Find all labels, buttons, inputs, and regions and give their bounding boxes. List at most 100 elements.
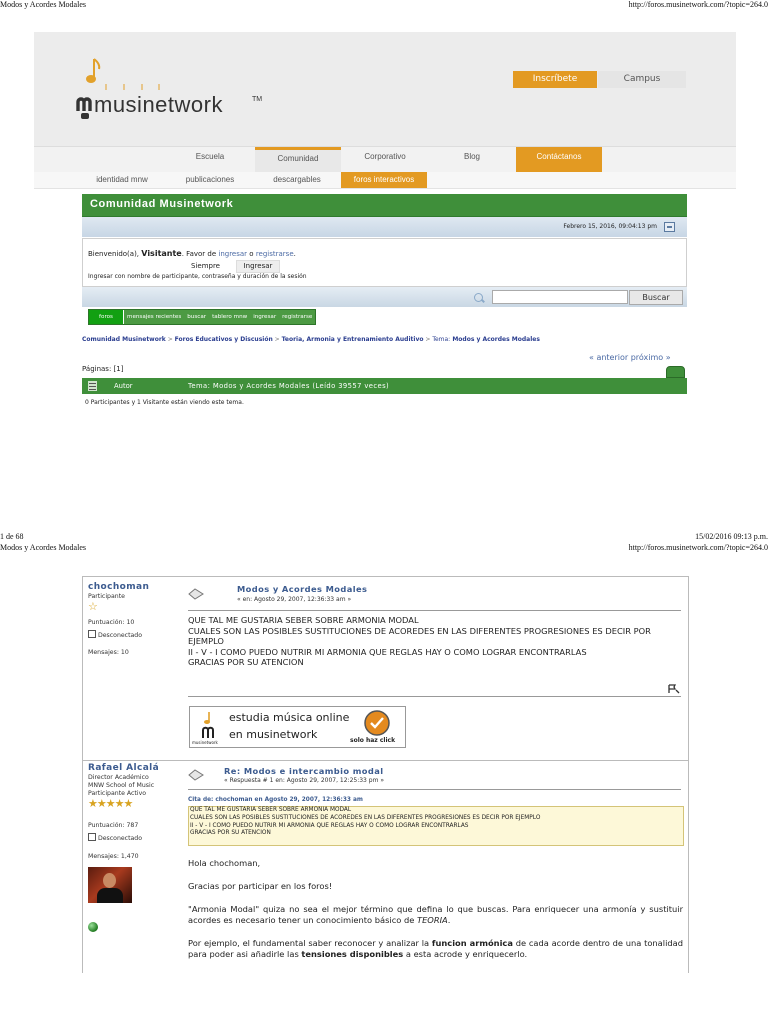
viewers-line: 0 Participantes y 1 Visitante están vien… — [85, 399, 244, 406]
posts-container: chochoman Participante ☆ Puntuación: 10 … — [82, 576, 689, 973]
login-box: Bienvenido(a), Visitante. Favor de ingre… — [82, 238, 687, 287]
register-link[interactable]: registrarse — [256, 250, 294, 258]
col-author: Autor — [114, 382, 133, 390]
trademark-mark: TM — [252, 96, 263, 103]
post-author-chochoman[interactable]: chochoman — [88, 582, 149, 592]
ad-logo-icon — [202, 712, 214, 738]
reply-paragraph-1: "Armonia Modal" quiza no sea el mejor té… — [188, 904, 683, 925]
reply-thanks: Gracias por participar en los foros! — [188, 881, 333, 891]
sub-nav: identidad mnw publicaciones descargables… — [34, 172, 736, 189]
subnav-descargables[interactable]: descargables — [254, 172, 340, 188]
post-line: QUE TAL ME GUSTARIA SEBER SOBRE ARMONIA … — [188, 615, 419, 625]
page-list[interactable]: Páginas: [1] — [82, 365, 123, 373]
ad-brand-small: musinetwork — [192, 740, 218, 745]
reply-bold: tensiones disponibles — [301, 948, 404, 959]
tab-buscar[interactable]: buscar — [184, 310, 209, 324]
signature-divider — [188, 696, 681, 697]
post-date: « Respuesta # 1 en: Agosto 29, 2007, 12:… — [224, 777, 385, 784]
post-author-role-2: MNW School of Music — [88, 782, 155, 789]
topic-icon — [88, 381, 97, 391]
date-bar: Febrero 15, 2016, 09:04:13 pm — [82, 217, 687, 237]
post-author-rafael[interactable]: Rafael Alcalá — [88, 763, 159, 773]
quote-line: QUE TAL ME GUSTARIA SEBER SOBRE ARMONIA … — [190, 807, 352, 813]
nav-corporativo[interactable]: Corporativo — [342, 147, 428, 173]
scroll-tab[interactable] — [666, 366, 685, 378]
tab-ingresar[interactable]: ingresar — [250, 310, 279, 324]
tab-mensajes-recientes[interactable]: mensajes recientes — [124, 310, 184, 324]
nav-blog[interactable]: Blog — [429, 147, 515, 173]
search-input[interactable] — [492, 290, 628, 304]
reply-emphasis: TEORIA — [417, 914, 448, 925]
print-title: Modos y Acordes Modales — [0, 0, 86, 9]
subnav-identidad[interactable]: identidad mnw — [78, 172, 166, 188]
topic-header-row: Autor Tema: Modos y Acordes Modales (Leí… — [82, 378, 687, 394]
rank-star-icon: ☆ — [88, 600, 98, 613]
print-title-2: Modos y Acordes Modales — [0, 543, 86, 552]
campus-button[interactable]: Campus — [598, 71, 686, 88]
post-author-score: Puntuación: 10 — [88, 619, 135, 626]
post-divider — [188, 789, 681, 790]
breadcrumb-board[interactable]: Teoria, Armonia y Entrenamiento Auditivo — [282, 336, 424, 343]
login-hint: Ingresar con nombre de participante, con… — [88, 273, 307, 280]
inscribete-button[interactable]: Inscríbete — [513, 71, 597, 88]
post-icon — [188, 588, 204, 600]
check-badge-icon — [364, 710, 390, 736]
ad-cta: solo haz click — [350, 737, 396, 744]
col-topic: Tema: Modos y Acordes Modales (Leído 395… — [188, 382, 390, 390]
post-author-messages: Mensajes: 10 — [88, 649, 129, 656]
welcome-mid: . Favor de — [181, 250, 217, 258]
ad-banner[interactable]: musinetwork estudia música online en mus… — [189, 706, 406, 748]
subnav-foros-interactivos[interactable]: foros interactivos — [341, 172, 427, 188]
reply-greeting: Hola chochoman, — [188, 858, 261, 868]
breadcrumb-topic[interactable]: Modos y Acordes Modales — [452, 336, 540, 343]
welcome-prefix: Bienvenido(a), — [88, 250, 140, 258]
breadcrumb: Comunidad Musinetwork > Foros Educativos… — [82, 336, 540, 343]
post-separator — [83, 760, 688, 761]
forum-title: Comunidad Musinetwork — [90, 198, 234, 210]
login-link[interactable]: ingresar — [218, 250, 247, 258]
reply-paragraph-2: Por ejemplo, el fundamental saber recono… — [188, 938, 683, 959]
site-logo-text[interactable]: musinetwork — [94, 92, 223, 118]
ingresar-button[interactable]: Ingresar — [236, 260, 280, 273]
quote-line: GRACIAS POR SU ATENCION — [190, 830, 271, 837]
offline-checkbox-icon — [88, 630, 96, 638]
online-globe-icon — [88, 922, 98, 932]
post-date: « en: Agosto 29, 2007, 12:36:33 am » — [237, 596, 352, 603]
post-author-status: Desconectado — [88, 630, 142, 639]
subnav-publicaciones[interactable]: publicaciones — [167, 172, 253, 188]
breadcrumb-category[interactable]: Foros Educativos y Discusión — [175, 336, 273, 343]
post-author-role-3: Participante Activo — [88, 790, 147, 797]
post-author-status: Desconectado — [88, 833, 142, 842]
report-icon[interactable] — [668, 684, 680, 694]
quote-line: CUALES SON LAS POSIBLES SUSTITUCIONES DE… — [190, 814, 541, 821]
status-text: Desconectado — [97, 632, 143, 639]
nav-escuela[interactable]: Escuela — [167, 147, 253, 173]
pager-nav[interactable]: « anterior próximo » — [589, 353, 671, 362]
avatar-face — [103, 873, 116, 888]
quote-box: QUE TAL ME GUSTARIA SEBER SOBRE ARMONIA … — [188, 806, 684, 846]
tab-tablero[interactable]: tablero mnw — [209, 310, 250, 324]
reply-text: a esta acrode y enriquecerlo. — [405, 948, 528, 959]
reply-text: Por ejemplo, el fundamental saber recono… — [188, 938, 430, 948]
post-line: CUALES SON LAS POSIBLES SUSTITUCIONES DE… — [188, 625, 651, 647]
forum-title-bar: Comunidad Musinetwork — [82, 194, 687, 217]
tab-registrarse[interactable]: registrarse — [279, 310, 315, 324]
collapse-icon[interactable] — [664, 222, 675, 232]
musinetwork-mascot-icon — [76, 97, 92, 119]
post-body: QUE TAL ME GUSTARIA SEBER SOBRE ARMONIA … — [188, 615, 683, 668]
post-title[interactable]: Re: Modos e intercambio modal — [224, 766, 383, 776]
breadcrumb-home[interactable]: Comunidad Musinetwork — [82, 336, 166, 343]
avatar — [88, 867, 132, 903]
status-text: Desconectado — [97, 835, 143, 842]
tab-foros[interactable]: foros — [89, 310, 124, 324]
duration-select[interactable]: Siempre — [191, 262, 220, 270]
nav-contactanos[interactable]: Contáctanos — [516, 147, 602, 173]
quote-line: II - V - I COMO PUEDO NUTRIR MI ARMONIA … — [190, 822, 469, 829]
search-bar: Buscar — [82, 287, 687, 307]
post-author-score: Puntuación: 787 — [88, 822, 139, 829]
ad-line2: en musinetwork — [229, 728, 318, 741]
post-title[interactable]: Modos y Acordes Modales — [237, 584, 367, 594]
forum-tabs: foros mensajes recientes buscar tablero … — [88, 309, 317, 325]
search-button[interactable]: Buscar — [629, 290, 683, 305]
quote-header[interactable]: Cita de: chochoman en Agosto 29, 2007, 1… — [188, 797, 363, 803]
